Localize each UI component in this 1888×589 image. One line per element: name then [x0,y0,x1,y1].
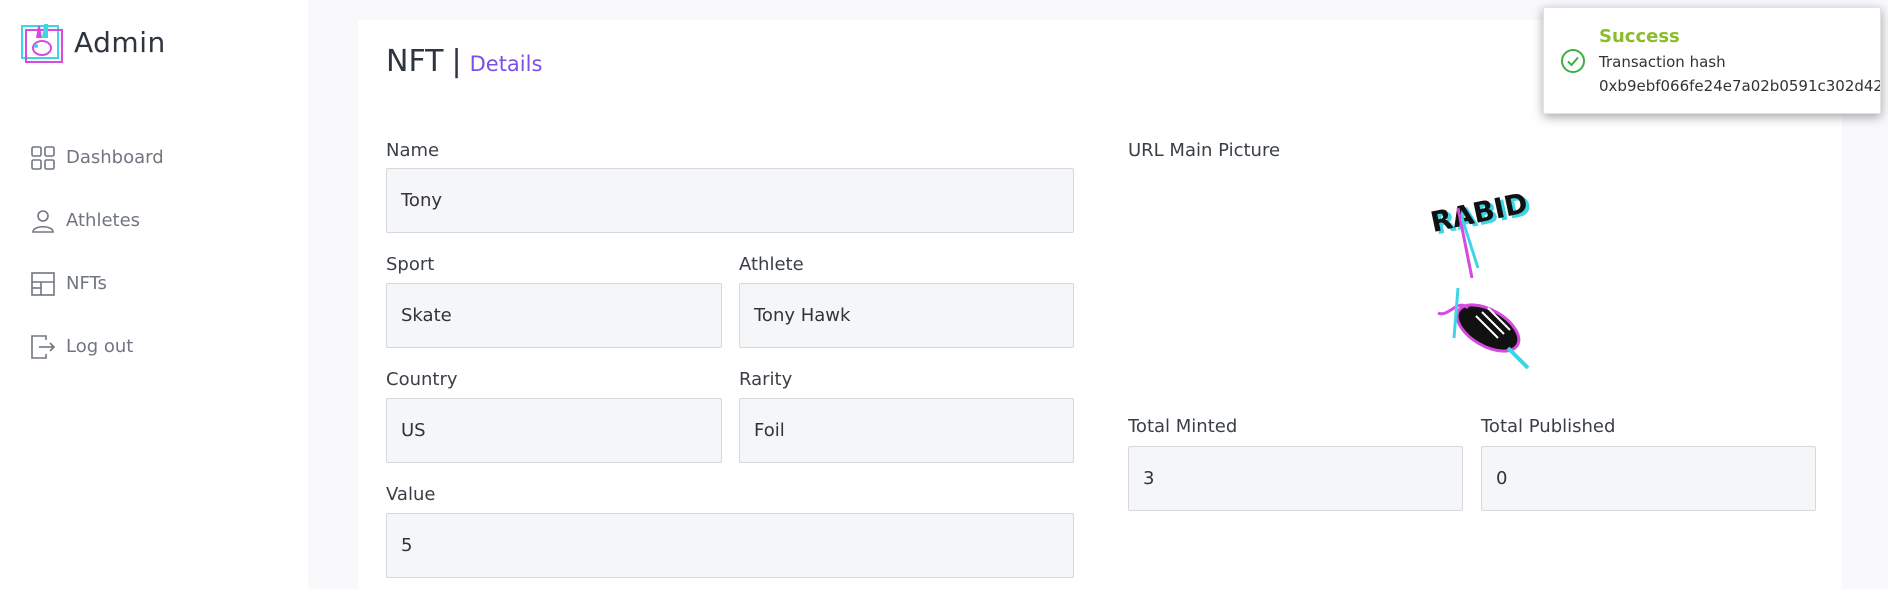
country-field[interactable]: US [386,398,722,463]
sidebar: Admin Dashboard Athletes NFTs Log out [0,0,308,589]
sport-label: Sport [386,254,435,275]
transaction-hash: 0xb9ebf066fe24e7a02b0591c302d42e [1599,77,1881,95]
user-icon [28,206,58,236]
sidebar-item-label: Athletes [66,210,141,231]
sidebar-item-dashboard[interactable]: Dashboard [28,126,164,189]
page-subtitle: Details [469,52,543,76]
page-title: NFT [386,44,444,79]
success-toast[interactable]: Success Transaction hash 0xb9ebf066fe24e… [1543,7,1881,114]
rarity-field[interactable]: Foil [739,398,1074,463]
total-published-field[interactable]: 0 [1481,446,1816,511]
logout-icon [28,332,58,362]
sport-field[interactable]: Skate [386,283,722,348]
nft-main-picture: RABID RABID [1428,188,1534,370]
value-label: Value [386,484,436,505]
sidebar-item-label: Log out [66,336,134,357]
name-field[interactable]: Tony [386,168,1074,233]
total-published-label: Total Published [1481,416,1616,437]
toast-title: Success [1599,26,1680,47]
country-label: Country [386,369,458,390]
brand-name: Admin [74,25,166,59]
page-header: NFT | Details [386,44,542,79]
sidebar-item-athletes[interactable]: Athletes [28,189,164,252]
picture-label: URL Main Picture [1128,140,1281,161]
sidebar-item-nfts[interactable]: NFTs [28,252,164,315]
layout-icon [28,269,58,299]
rarity-label: Rarity [739,369,793,390]
sidebar-item-label: NFTs [66,273,107,294]
rabbit-logo-icon [21,24,63,63]
athlete-field[interactable]: Tony Hawk [739,283,1074,348]
grid-icon [28,143,58,173]
total-minted-label: Total Minted [1128,416,1238,437]
total-minted-field[interactable]: 3 [1128,446,1463,511]
sidebar-item-logout[interactable]: Log out [28,315,164,378]
sidebar-nav: Dashboard Athletes NFTs Log out [28,126,164,378]
name-label: Name [386,140,440,161]
title-separator: | [451,44,462,79]
check-circle-icon [1561,49,1585,73]
value-field[interactable]: 5 [386,513,1074,578]
sidebar-item-label: Dashboard [66,147,164,168]
brand-logo[interactable]: Admin [20,20,166,64]
athlete-label: Athlete [739,254,804,275]
toast-message: Transaction hash [1599,53,1726,71]
